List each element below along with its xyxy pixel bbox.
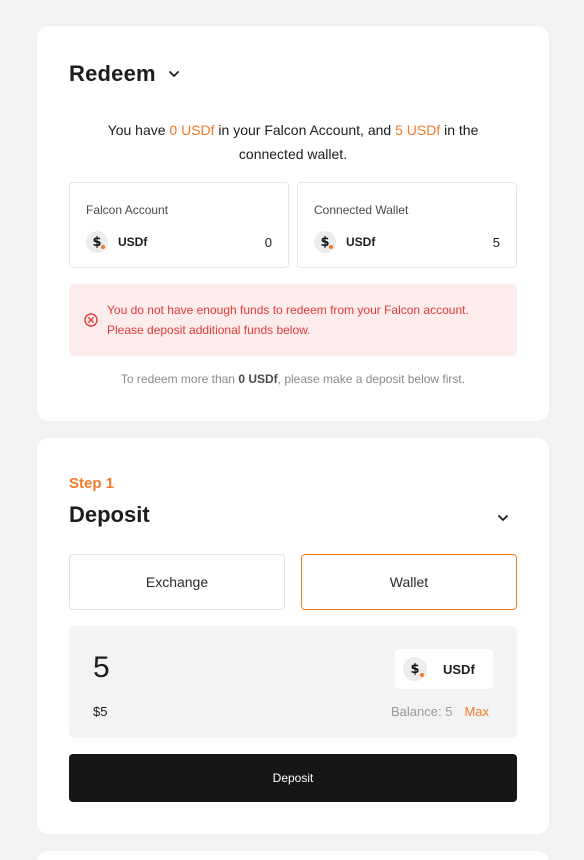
falcon-balance-highlight: 0 USDf bbox=[169, 122, 215, 138]
hint-amount: 0 USDf bbox=[238, 372, 278, 386]
redeem-hint: To redeem more than 0 USDf, please make … bbox=[120, 372, 466, 386]
dollar-coin-icon: $ bbox=[86, 231, 108, 253]
redeem-card: Redeem You have 0 USDf in your Falcon Ac… bbox=[37, 26, 549, 421]
max-button[interactable]: Max bbox=[464, 704, 489, 719]
token-selector[interactable]: $ USDf bbox=[395, 649, 493, 689]
balance-summary: You have 0 USDf in your Falcon Account, … bbox=[107, 122, 479, 162]
next-step-card bbox=[37, 851, 549, 860]
chevron-down-icon[interactable] bbox=[493, 508, 513, 528]
deposit-title: Deposit bbox=[69, 502, 150, 527]
amount-input[interactable] bbox=[93, 648, 293, 688]
falcon-account-row: $ USDf 0 bbox=[86, 230, 272, 254]
redeem-header-toggle[interactable]: Redeem bbox=[69, 60, 184, 88]
chevron-down-icon bbox=[164, 64, 184, 84]
dollar-coin-icon: $ bbox=[403, 657, 427, 681]
insufficient-funds-alert: You do not have enough funds to redeem f… bbox=[69, 284, 517, 356]
dollar-coin-icon: $ bbox=[314, 231, 336, 253]
step-label: Step 1 bbox=[69, 475, 115, 492]
error-circle-icon bbox=[83, 312, 99, 328]
alert-message: You do not have enough funds to redeem f… bbox=[107, 303, 469, 337]
deposit-button[interactable]: Deposit bbox=[69, 754, 517, 802]
deposit-card: Step 1 Deposit Exchange Wallet $ USDf $5… bbox=[37, 438, 549, 834]
falcon-account-box: Falcon Account $ USDf 0 bbox=[69, 182, 289, 268]
connected-wallet-value: 5 bbox=[492, 234, 500, 250]
amount-panel: $ USDf $5 Balance: 5 Max bbox=[69, 626, 517, 738]
connected-wallet-box: Connected Wallet $ USDf 5 bbox=[297, 182, 517, 268]
wallet-balance-highlight: 5 USDf bbox=[395, 122, 441, 138]
usd-value: $5 bbox=[93, 704, 108, 719]
balance-label: Balance: 5 bbox=[391, 704, 453, 719]
connected-wallet-token: USDf bbox=[346, 235, 376, 249]
balance-row: Balance: 5 Max bbox=[391, 704, 489, 719]
tab-exchange[interactable]: Exchange bbox=[69, 554, 285, 610]
connected-wallet-label: Connected Wallet bbox=[314, 203, 409, 217]
redeem-title: Redeem bbox=[69, 61, 156, 86]
token-label: USDf bbox=[443, 661, 475, 677]
tab-wallet[interactable]: Wallet bbox=[301, 554, 517, 610]
falcon-account-label: Falcon Account bbox=[86, 203, 169, 217]
falcon-account-token: USDf bbox=[118, 235, 148, 249]
falcon-account-value: 0 bbox=[264, 234, 272, 250]
connected-wallet-row: $ USDf 5 bbox=[314, 230, 500, 254]
